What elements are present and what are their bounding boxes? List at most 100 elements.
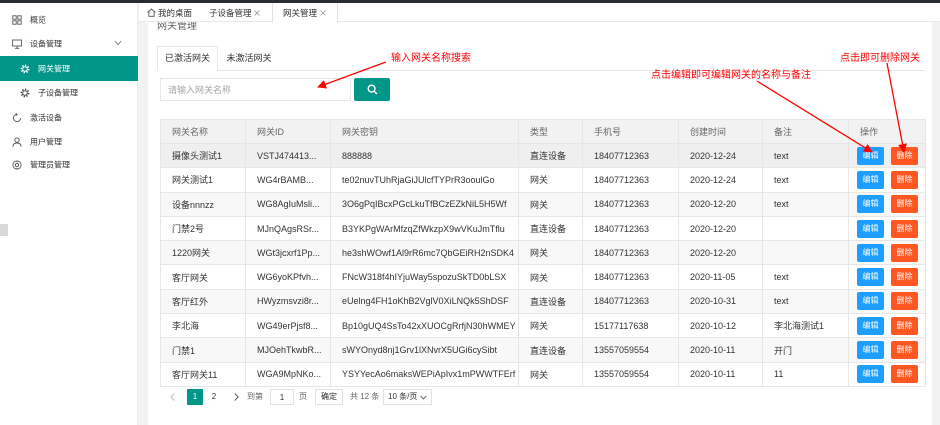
cell-gateway-key: YSYYecAo6maksWEPiApIvx1mPWWTFErf <box>330 361 519 387</box>
cell-gateway-id: WG49erPjsf8... <box>245 313 331 339</box>
cell-gateway-name: 1220网关 <box>160 240 246 266</box>
delete-button[interactable]: 删除 <box>891 243 918 262</box>
tab-my-desktop[interactable]: 我的桌面 <box>143 3 199 22</box>
page-1[interactable]: 1 <box>187 389 203 405</box>
delete-button[interactable]: 删除 <box>891 341 918 360</box>
edit-button[interactable]: 编辑 <box>857 243 884 262</box>
cell-remark <box>762 215 849 242</box>
delete-button[interactable]: 删除 <box>891 170 918 189</box>
sidebar-item-label: 激活设备 <box>30 113 62 123</box>
tab-label: 子设备管理 <box>209 7 252 18</box>
sidebar-item-admin-management[interactable]: 管理员管理 <box>0 153 138 177</box>
cell-gateway-name: 设备nnnzz <box>160 191 246 217</box>
sidebar-item-label: 网关管理 <box>38 64 70 73</box>
chevron-down-icon <box>420 395 427 400</box>
cell-actions: 编辑 删除 <box>848 191 926 217</box>
pagination: 1 2 到第 页 确定 共 12 条 10 条/页 <box>160 389 440 405</box>
jump-confirm-button[interactable]: 确定 <box>315 389 343 405</box>
prev-page-button[interactable] <box>162 389 184 405</box>
edit-button[interactable]: 编辑 <box>857 146 884 165</box>
edit-button[interactable]: 编辑 <box>857 195 884 214</box>
cell-gateway-name: 客厅网关11 <box>160 361 246 387</box>
delete-button[interactable]: 删除 <box>891 316 918 335</box>
top-border <box>0 0 940 3</box>
cell-gateway-id: WG4rBAMB... <box>245 167 331 193</box>
tab-sub-device-management[interactable]: 子设备管理 <box>200 3 271 22</box>
settings-circle-icon <box>12 160 22 170</box>
table-row: 客厅网关11 WGA9MpNKo... YSYYecAo6maksWEPiApIvx… <box>160 361 926 387</box>
sidebar-item-sub-device-management[interactable]: 子设备管理 <box>0 81 138 105</box>
delete-button[interactable]: 删除 <box>891 292 918 311</box>
refresh-circle-icon <box>12 113 22 123</box>
cell-phone: 18407712363 <box>582 264 679 290</box>
cell-phone: 13557059554 <box>582 361 679 387</box>
delete-button[interactable]: 删除 <box>891 365 918 384</box>
cell-phone: 18407712363 <box>582 191 679 217</box>
cell-remark: text <box>762 264 849 290</box>
edit-button[interactable]: 编辑 <box>857 292 884 311</box>
cell-remark: 开门 <box>762 337 849 363</box>
edit-button[interactable]: 编辑 <box>857 268 884 287</box>
edit-hint-annotation: 点击编辑即可编辑网关的名称与备注 <box>651 70 811 81</box>
cell-created-time: 2020-12-20 <box>678 240 763 266</box>
cell-gateway-key: FNcW318f4hIYjuWay5spozuSkTD0bLSX <box>330 264 519 290</box>
edit-button[interactable]: 编辑 <box>857 170 884 189</box>
next-page-button[interactable] <box>229 389 243 405</box>
cell-device-type: 直连设备 <box>518 215 583 242</box>
col-header-gateway-id: 网关ID <box>245 119 331 144</box>
cell-created-time: 2020-12-20 <box>678 191 763 217</box>
edit-button[interactable]: 编辑 <box>857 316 884 335</box>
monitor-icon <box>12 39 22 49</box>
search-icon <box>367 84 378 95</box>
sidebar-item-activate-device[interactable]: 激活设备 <box>0 106 138 130</box>
search-button[interactable] <box>354 78 390 101</box>
sidebar-collapse-handle[interactable] <box>0 224 8 236</box>
cell-actions: 编辑 删除 <box>848 288 926 315</box>
delete-button[interactable]: 删除 <box>891 268 918 287</box>
table-header-row: 网关名称 网关ID 网关密钥 类型 手机号 创建时间 备注 操作 <box>160 119 926 144</box>
cell-gateway-id: VSTJ474413... <box>245 142 331 169</box>
col-header-gateway-name: 网关名称 <box>160 119 246 144</box>
tab-gateway-management[interactable]: 网关管理 <box>272 3 338 23</box>
delete-button[interactable]: 删除 <box>891 219 918 238</box>
table-row: 设备nnnzz WG8AgIuMsli... 3O6gPqIBcxPGcLkuTfB… <box>160 191 926 217</box>
tab-inactive-gateways[interactable]: 未激活网关 <box>218 46 280 71</box>
page-size-value: 10 条/页 <box>388 392 418 401</box>
search-input[interactable] <box>160 78 351 101</box>
cell-created-time: 2020-10-31 <box>678 288 763 315</box>
table-row: 门禁1 MJOehTkwbR... sWYOnyd8nj1Grv1lXNvrX5UG… <box>160 337 926 363</box>
cell-gateway-name: 门禁2号 <box>160 215 246 242</box>
cell-actions: 编辑 删除 <box>848 215 926 242</box>
jump-page-input[interactable] <box>270 389 294 405</box>
sidebar: 概览 设备管理 网关管理 子设备管理 激活设备 用户管理 管理员管理 <box>0 0 138 425</box>
delete-hint-annotation: 点击即可删除网关 <box>840 53 920 64</box>
cell-created-time: 2020-12-24 <box>678 142 763 169</box>
cell-device-type: 网关 <box>518 191 583 217</box>
edit-button[interactable]: 编辑 <box>857 365 884 384</box>
edit-button[interactable]: 编辑 <box>857 341 884 360</box>
col-header-actions: 操作 <box>848 119 926 144</box>
home-icon <box>147 7 156 17</box>
close-icon[interactable] <box>254 9 260 16</box>
cell-gateway-key: 888888 <box>330 142 519 169</box>
delete-button[interactable]: 删除 <box>891 195 918 214</box>
delete-button[interactable]: 删除 <box>891 146 918 165</box>
cell-device-type: 网关 <box>518 361 583 387</box>
close-icon[interactable] <box>320 10 326 16</box>
edit-button[interactable]: 编辑 <box>857 219 884 238</box>
sidebar-item-device-management[interactable]: 设备管理 <box>0 32 138 56</box>
sidebar-item-gateway-management[interactable]: 网关管理 <box>0 56 138 81</box>
cell-device-type: 直连设备 <box>518 288 583 315</box>
table-body: 摄像头测试1 VSTJ474413... 888888 直连设备 18407712363… <box>160 142 926 387</box>
cell-device-type: 网关 <box>518 313 583 339</box>
cell-gateway-name: 李北海 <box>160 313 246 339</box>
sidebar-item-user-management[interactable]: 用户管理 <box>0 130 138 154</box>
chevron-down-icon[interactable] <box>114 40 122 46</box>
sidebar-item-overview[interactable]: 概览 <box>0 8 138 32</box>
chevron-left-icon <box>170 393 175 401</box>
page-size-select[interactable]: 10 条/页 <box>383 389 432 405</box>
tab-activated-gateways[interactable]: 已激活网关 <box>157 46 218 71</box>
cell-actions: 编辑 删除 <box>848 337 926 363</box>
page-2[interactable]: 2 <box>207 389 221 405</box>
cell-gateway-key: eUelng4FH1oKhB2VglV0XiLNQk5ShDSF <box>330 288 519 315</box>
